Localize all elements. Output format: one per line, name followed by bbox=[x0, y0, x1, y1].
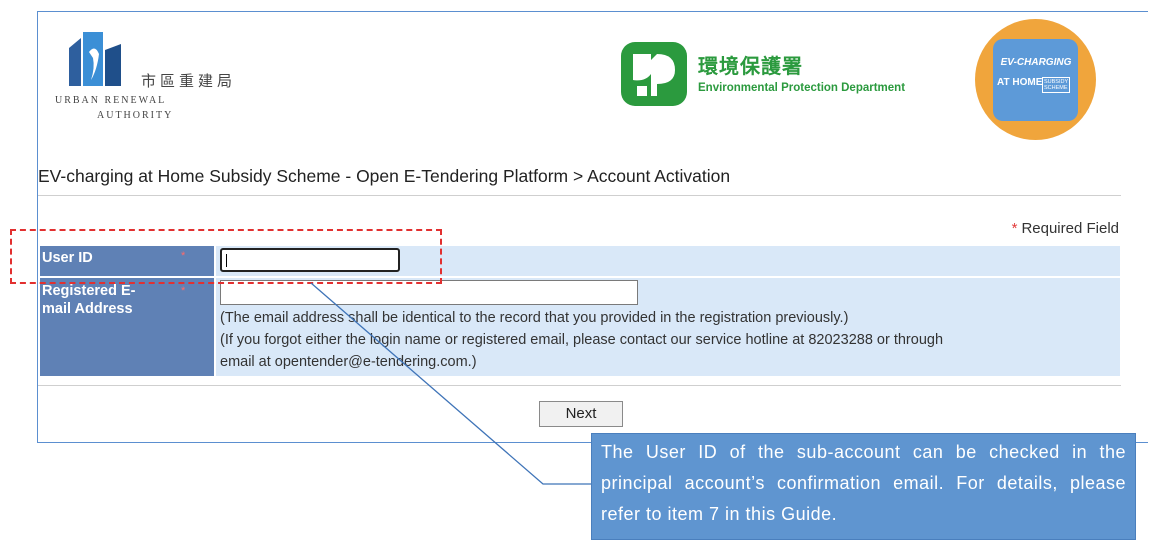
badge-subtitle: AT HOME bbox=[997, 77, 1043, 88]
divider bbox=[38, 385, 1121, 386]
next-button[interactable]: Next bbox=[539, 401, 623, 427]
required-field-note: * Required Field bbox=[1011, 220, 1119, 237]
highlight-box bbox=[10, 229, 442, 284]
email-row: Registered E-mail Address * (The email a… bbox=[40, 278, 1120, 376]
ura-name-zh: 市區重建局 bbox=[141, 72, 237, 90]
email-note: (The email address shall be identical to… bbox=[220, 310, 849, 326]
ura-name-en-1: URBAN RENEWAL bbox=[55, 95, 167, 106]
scheme-badge: EV-CHARGING AT HOME SUBSIDY SCHEME bbox=[975, 19, 1096, 140]
epd-name-en: Environmental Protection Department bbox=[698, 82, 906, 94]
badge-title: EV-CHARGING bbox=[1000, 57, 1072, 68]
required-asterisk: * bbox=[181, 285, 186, 297]
ura-name-en-2: AUTHORITY bbox=[97, 110, 174, 121]
help-note-email: email at opentender@e-tendering.com.) bbox=[220, 354, 477, 370]
callout-box: The User ID of the sub-account can be ch… bbox=[591, 433, 1136, 540]
ura-logo-icon bbox=[69, 32, 121, 86]
epd-logo-icon bbox=[621, 42, 687, 106]
breadcrumb: EV-charging at Home Subsidy Scheme - Ope… bbox=[38, 166, 731, 186]
divider bbox=[38, 195, 1121, 196]
email-label: Registered E-mail Address * bbox=[40, 278, 214, 376]
required-asterisk: * bbox=[1011, 220, 1018, 237]
badge-tag: SUBSIDY SCHEME bbox=[1042, 77, 1071, 93]
epd-name-zh: 環境保護署 bbox=[698, 54, 803, 78]
help-note: (If you forgot either the login name or … bbox=[220, 332, 944, 348]
email-cell: (The email address shall be identical to… bbox=[216, 278, 1120, 376]
